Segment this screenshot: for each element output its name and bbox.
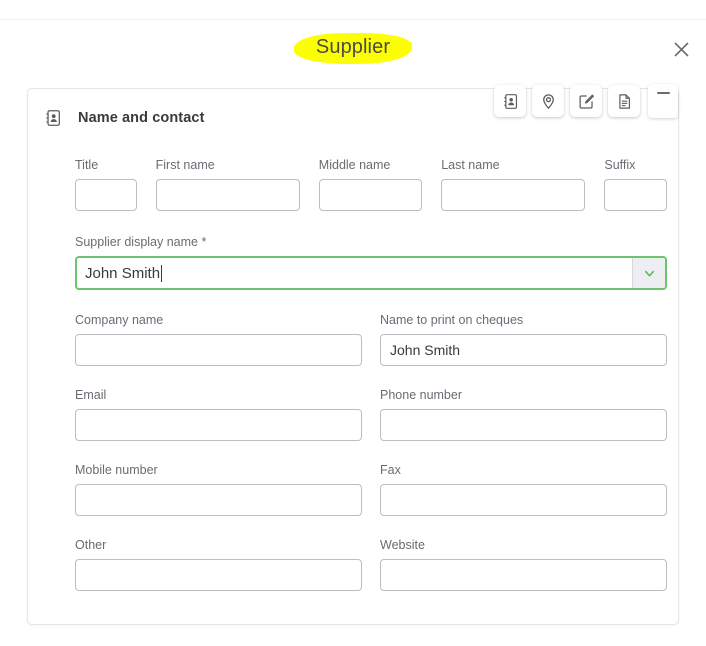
fax-input[interactable]: [380, 484, 667, 516]
minimize-icon: [656, 92, 670, 94]
last-name-input[interactable]: [441, 179, 586, 211]
field-label-website: Website: [380, 538, 425, 552]
page-title: Supplier: [315, 35, 391, 58]
card-header-title: Name and contact: [78, 110, 205, 126]
field-label-phone-number: Phone number: [380, 388, 463, 402]
toolbar-button-addresses[interactable]: [532, 85, 564, 117]
suffix-input[interactable]: [604, 179, 667, 211]
field-middle-name: Middle name: [318, 158, 423, 211]
field-label-last-name: Last name: [441, 158, 500, 172]
field-label-name-to-print-on-cheques: Name to print on cheques: [380, 313, 524, 327]
mobile-number-input[interactable]: [75, 484, 362, 516]
field-label-fax: Fax: [380, 463, 401, 477]
field-label-middle-name: Middle name: [318, 158, 391, 172]
website-input[interactable]: [380, 559, 667, 591]
row-mobile-fax: Mobile number Fax: [75, 463, 667, 516]
top-divider: [0, 19, 706, 20]
field-label-title: Title: [75, 158, 99, 172]
other-input[interactable]: [75, 559, 362, 591]
name-fields-row: Title First name Middle name Last name S…: [75, 158, 667, 211]
chevron-down-icon: [644, 270, 654, 277]
field-label-suffix: Suffix: [604, 158, 636, 172]
supplier-display-name-value: John Smith: [85, 264, 161, 282]
field-supplier-display-name: Supplier display name * John Smith: [75, 235, 667, 290]
row-email-phone: Email Phone number: [75, 388, 667, 441]
name-to-print-on-cheques-input[interactable]: [380, 334, 667, 366]
card-header: Name and contact: [44, 109, 205, 127]
field-website: Website: [380, 538, 667, 591]
toolbar-button-payments[interactable]: [608, 85, 640, 117]
middle-name-input[interactable]: [318, 179, 423, 211]
email-input[interactable]: [75, 409, 362, 441]
field-other: Other: [75, 538, 362, 591]
field-title: Title: [75, 158, 137, 211]
field-suffix: Suffix: [604, 158, 667, 211]
title-highlight: Supplier: [294, 33, 412, 64]
field-label-supplier-display-name: Supplier display name *: [75, 235, 207, 249]
field-label-mobile-number: Mobile number: [75, 463, 158, 477]
dialog-title-bar: Supplier: [0, 26, 706, 70]
name-and-contact-form: Title First name Middle name Last name S…: [75, 158, 667, 591]
field-name-to-print-on-cheques: Name to print on cheques: [380, 313, 667, 366]
text-cursor: [161, 264, 163, 282]
first-name-input[interactable]: [155, 179, 300, 211]
title-input[interactable]: [75, 179, 137, 211]
field-label-company-name: Company name: [75, 313, 164, 327]
supplier-display-name-input[interactable]: John Smith: [77, 258, 632, 288]
document-icon: [618, 93, 630, 109]
field-last-name: Last name: [441, 158, 586, 211]
field-first-name: First name: [155, 158, 300, 211]
field-company-name: Company name: [75, 313, 362, 366]
field-label-first-name: First name: [155, 158, 215, 172]
section-icon-toolbar: [494, 84, 678, 118]
toolbar-button-name-and-contact[interactable]: [494, 85, 526, 117]
company-name-input[interactable]: [75, 334, 362, 366]
field-label-email: Email: [75, 388, 107, 402]
address-book-icon: [503, 93, 517, 109]
name-and-contact-card: Name and contact Title First name Middle…: [27, 88, 679, 625]
field-fax: Fax: [380, 463, 667, 516]
field-mobile-number: Mobile number: [75, 463, 362, 516]
address-book-icon: [46, 110, 60, 126]
row-other-website: Other Website: [75, 538, 667, 591]
supplier-display-name-combobox[interactable]: John Smith: [75, 256, 667, 290]
minimize-button[interactable]: [648, 84, 678, 118]
location-pin-icon: [542, 93, 554, 109]
phone-number-input[interactable]: [380, 409, 667, 441]
supplier-display-name-dropdown-button[interactable]: [632, 258, 665, 288]
close-button[interactable]: [664, 32, 698, 66]
edit-square-icon: [578, 94, 594, 109]
field-label-other: Other: [75, 538, 107, 552]
field-phone-number: Phone number: [380, 388, 667, 441]
toolbar-button-notes[interactable]: [570, 85, 602, 117]
row-company-cheques: Company name Name to print on cheques: [75, 313, 667, 366]
field-email: Email: [75, 388, 362, 441]
close-icon: [673, 41, 689, 57]
